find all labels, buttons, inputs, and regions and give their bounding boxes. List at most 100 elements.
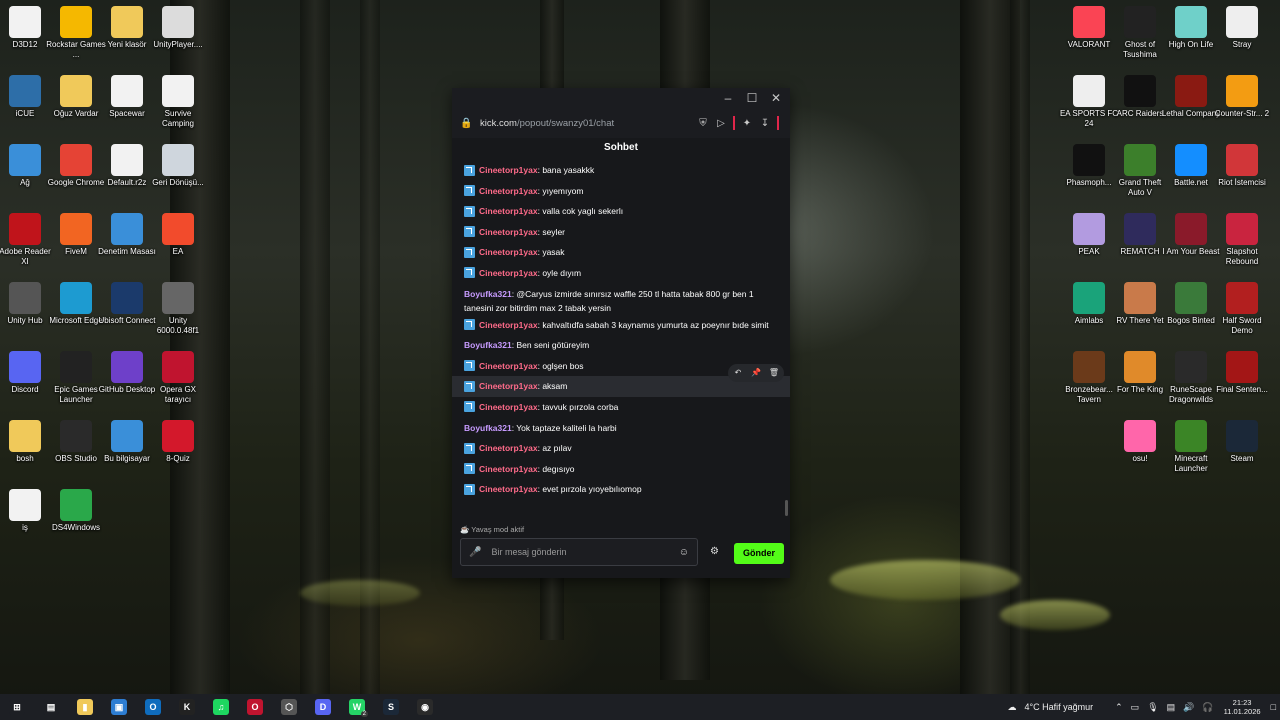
chat-message[interactable]: Cineetorp1yax: yıyemıyom [452,181,790,202]
chat-username[interactable]: Cineetorp1yax [479,381,538,391]
opera-gx-icon[interactable]: O [238,694,272,720]
chat-message[interactable]: Cineetorp1yax: aksam ↶ 📌 🗑 [452,364,790,397]
emoji-icon[interactable]: ☺ [679,547,689,558]
chat-username[interactable]: Boyufka321 [464,423,512,433]
battery-icon[interactable]: ▭ [1127,702,1144,713]
desktop-shortcut[interactable]: DS4Windows [46,485,106,533]
kick-app-icon[interactable]: K [170,694,204,720]
chat-message[interactable]: Boyufka321: @Caryus izmirde sınırsız waf… [452,284,790,315]
notification-icon[interactable]: □ [1267,702,1280,712]
chat-message[interactable]: Cineetorp1yax: seyler [452,222,790,243]
kick-badge-icon[interactable] [464,463,475,475]
chat-username[interactable]: Cineetorp1yax [479,268,538,278]
obs-icon[interactable]: ◉ [408,694,442,720]
chat-message[interactable]: Cineetorp1yax: valla cok yaglı sekerlı [452,201,790,222]
shield-icon[interactable]: ⛨ [694,118,712,129]
file-explorer-icon[interactable]: ▮ [68,694,102,720]
chat-username[interactable]: Cineetorp1yax [479,464,538,474]
chat-message[interactable]: Cineetorp1yax: az pılav [452,438,790,459]
kick-badge-icon[interactable] [464,401,475,413]
discord-icon[interactable]: D [306,694,340,720]
desktop-shortcut[interactable]: Half Sword Demo [1212,278,1272,336]
desktop-shortcut[interactable]: Survive Camping [148,71,208,129]
chat-username[interactable]: Cineetorp1yax [479,186,538,196]
store-icon[interactable]: ▣ [102,694,136,720]
kick-badge-icon[interactable] [464,380,475,392]
chat-username[interactable]: Boyufka321 [464,340,512,350]
pin-icon[interactable]: 📌 [750,366,762,380]
kick-badge-icon[interactable] [464,185,475,197]
spotify-icon[interactable]: ♫ [204,694,238,720]
desktop-shortcut[interactable]: Stray [1212,2,1272,50]
play-icon[interactable]: ▷ [712,118,730,129]
kick-badge-icon[interactable] [464,164,475,176]
chat-username[interactable]: Cineetorp1yax [479,361,538,371]
chat-settings-gear-icon[interactable]: ⚙ [710,546,719,557]
weather-icon[interactable]: ☁ [1004,702,1021,713]
chat-message[interactable]: Cineetorp1yax: degısıyo [452,459,790,480]
chat-message[interactable]: Boyufka321: Ben seni götüreyim [452,335,790,356]
clock[interactable]: 21:23 11.01.2026 [1218,698,1267,716]
desktop-shortcut[interactable]: Riot İstemcisi [1212,140,1272,188]
chat-username[interactable]: Cineetorp1yax [479,443,538,453]
chat-message[interactable]: Cineetorp1yax: kahvaltıdfa sabah 3 kayna… [452,315,790,336]
headset-icon[interactable]: 🎧 [1198,702,1217,713]
weather-text[interactable]: 4°C Hafif yağmur [1021,702,1098,712]
chat-username[interactable]: Cineetorp1yax [479,402,538,412]
desktop-shortcut[interactable]: UnityPlayer.... [148,2,208,50]
chat-username[interactable]: Boyufka321 [464,289,512,299]
kick-badge-icon[interactable] [464,205,475,217]
desktop-shortcut[interactable]: Opera GX tarayıcı [148,347,208,405]
chat-username[interactable]: Cineetorp1yax [479,484,538,494]
minimize-icon[interactable]: – [720,90,736,106]
download-icon[interactable]: ↧ [756,118,774,129]
chat-message[interactable]: Cineetorp1yax: bana yasakkk [452,160,790,181]
kick-badge-icon[interactable] [464,267,475,279]
extension-icon[interactable]: ✦ [738,118,756,129]
send-button[interactable]: Gönder [734,543,784,564]
chat-message[interactable]: Boyufka321: Yok taptaze kaliteli la harb… [452,418,790,439]
desktop-shortcut[interactable]: EA [148,209,208,257]
maximize-icon[interactable]: ☐ [744,90,760,106]
whatsapp-icon[interactable]: W2 [340,694,374,720]
microphone-icon[interactable]: 🎙 [1143,702,1162,713]
chat-username[interactable]: Cineetorp1yax [479,206,538,216]
lock-icon[interactable]: 🔒 [460,118,474,129]
desktop-shortcut[interactable]: Counter-Str... 2 [1212,71,1272,119]
desktop-shortcut[interactable]: Unity 6000.0.48f1 [148,278,208,336]
close-icon[interactable]: ✕ [768,90,784,106]
chat-message[interactable]: Cineetorp1yax: evet pırzola yıoyebılıomo… [452,479,790,500]
chat-username[interactable]: Cineetorp1yax [479,320,538,330]
chevron-up-icon[interactable]: ⌃ [1097,702,1127,713]
volume-icon[interactable]: 🔊 [1179,702,1198,713]
kick-badge-icon[interactable] [464,442,475,454]
desktop-shortcut[interactable]: 8-Quiz [148,416,208,464]
outlook-icon[interactable]: O [136,694,170,720]
unity-icon[interactable]: ⬡ [272,694,306,720]
chat-message[interactable]: Cineetorp1yax: oyle dıyım [452,263,790,284]
scrollbar-thumb[interactable] [785,500,788,516]
chat-message[interactable]: Cineetorp1yax: tavvuk pırzola corba [452,397,790,418]
kick-badge-icon[interactable] [464,226,475,238]
steam-icon[interactable]: S [374,694,408,720]
desktop-shortcut[interactable]: Slapshot Rebound [1212,209,1272,267]
network-icon[interactable]: ▤ [1163,702,1180,713]
task-view-icon[interactable]: ▤ [34,694,68,720]
desktop-shortcut[interactable]: Steam [1212,416,1272,464]
chat-username[interactable]: Cineetorp1yax [479,227,538,237]
kick-badge-icon[interactable] [464,483,475,495]
desktop-shortcut[interactable]: Geri Dönüşü... [148,140,208,188]
delete-icon[interactable]: 🗑 [768,366,780,380]
desktop-shortcut[interactable]: Final Senten... [1212,347,1272,395]
message-input[interactable]: 🎤 Bir mesaj gönderin ☺ [460,538,698,566]
kick-badge-icon[interactable] [464,360,475,372]
mic-icon[interactable]: 🎤 [469,547,481,558]
url-text[interactable]: kick.com/popout/swanzy01/chat [480,118,694,129]
chat-username[interactable]: Cineetorp1yax [479,247,538,257]
kick-badge-icon[interactable] [464,246,475,258]
kick-badge-icon[interactable] [464,319,475,331]
start-icon[interactable]: ⊞ [0,694,34,720]
chat-message[interactable]: Cineetorp1yax: yasak [452,242,790,263]
reply-icon[interactable]: ↶ [732,366,744,380]
chat-username[interactable]: Cineetorp1yax [479,165,538,175]
